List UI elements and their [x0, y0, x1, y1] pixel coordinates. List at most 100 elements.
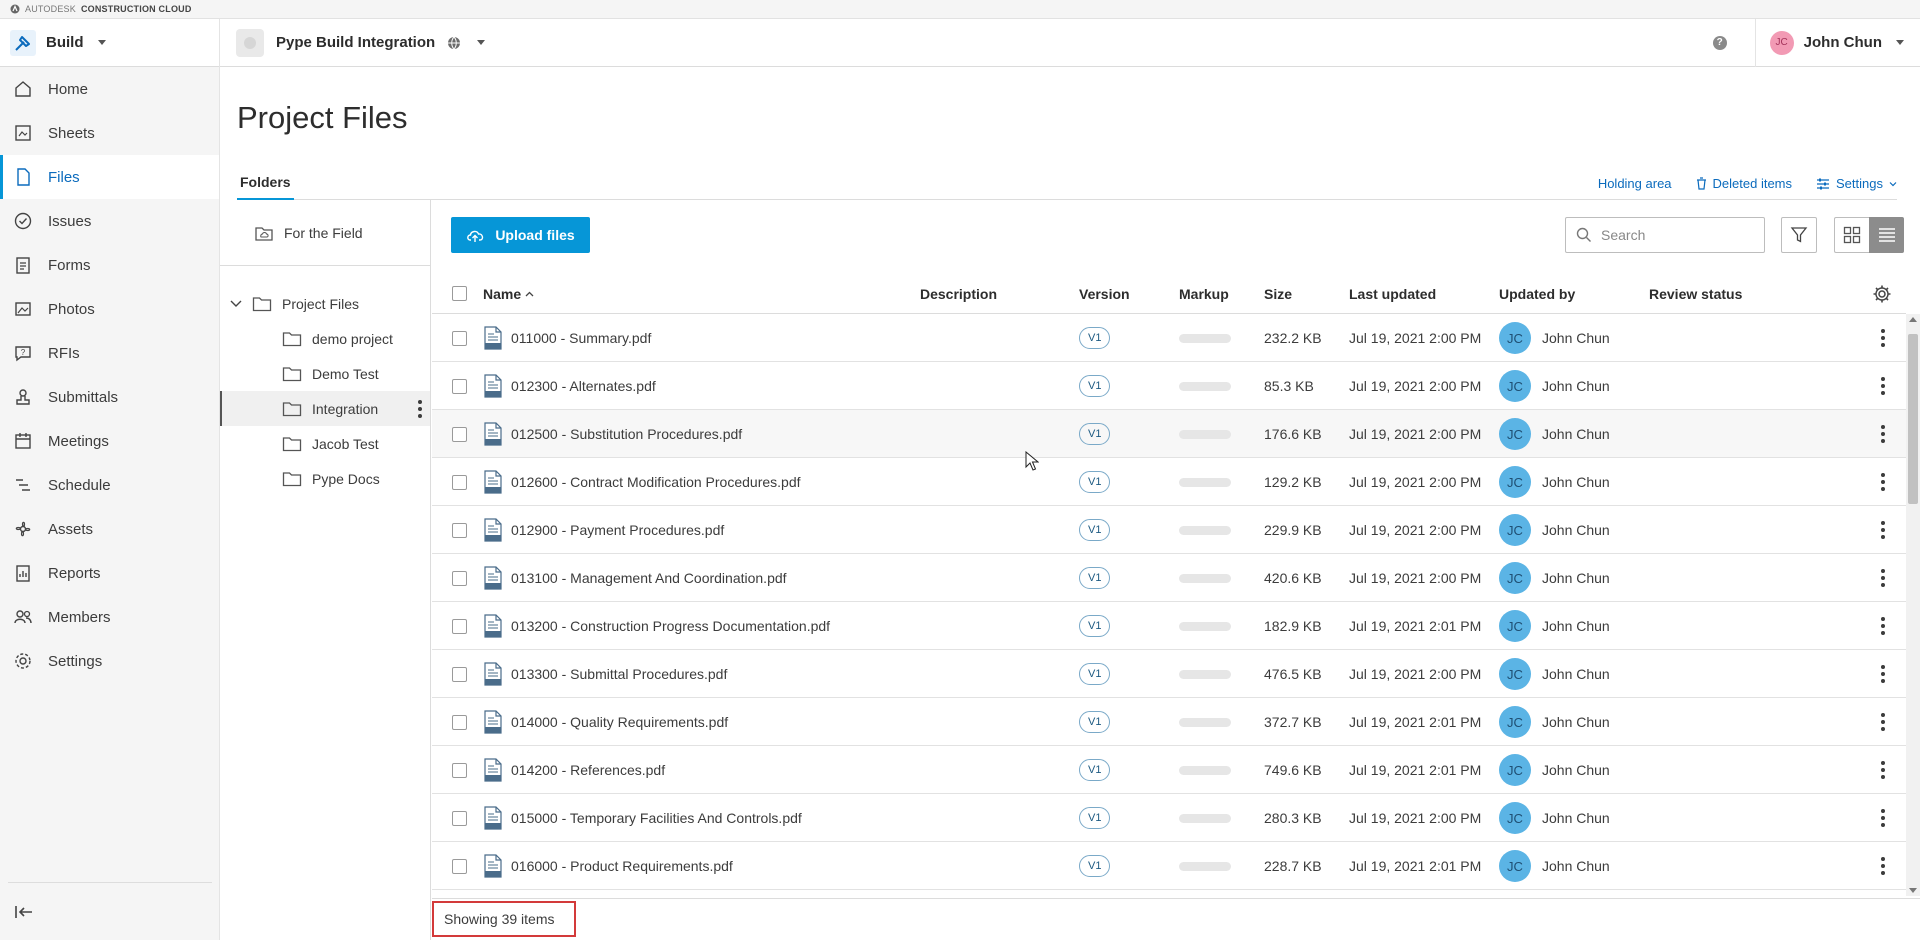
sidebar-item-settings[interactable]: Settings	[0, 639, 219, 683]
chevron-down-icon[interactable]	[230, 300, 242, 308]
row-more-icon[interactable]	[1872, 698, 1894, 746]
version-badge[interactable]: V1	[1079, 458, 1111, 506]
row-more-icon[interactable]	[1872, 650, 1894, 698]
column-description[interactable]: Description	[920, 286, 997, 302]
sidebar-item-schedule[interactable]: Schedule	[0, 463, 219, 507]
row-checkbox[interactable]	[452, 794, 467, 842]
table-row[interactable]: 013100 - Management And Coordination.pdf…	[432, 554, 1906, 602]
column-version[interactable]: Version	[1079, 286, 1130, 302]
row-checkbox[interactable]	[452, 506, 467, 554]
row-checkbox[interactable]	[452, 650, 467, 698]
file-name-cell[interactable]: 016000 - Product Requirements.pdf	[483, 842, 733, 890]
row-more-icon[interactable]	[1872, 554, 1894, 602]
row-checkbox[interactable]	[452, 746, 467, 794]
sidebar-item-assets[interactable]: Assets	[0, 507, 219, 551]
select-all-checkbox[interactable]	[452, 286, 467, 301]
version-badge[interactable]: V1	[1079, 602, 1111, 650]
file-name-cell[interactable]: 013300 - Submittal Procedures.pdf	[483, 650, 727, 698]
version-badge[interactable]: V1	[1079, 842, 1111, 890]
column-markup[interactable]: Markup	[1179, 286, 1229, 302]
table-row[interactable]: 015000 - Temporary Facilities And Contro…	[432, 794, 1906, 842]
row-checkbox[interactable]	[452, 410, 467, 458]
version-badge[interactable]: V1	[1079, 362, 1111, 410]
folder-pype-docs[interactable]: Pype Docs	[220, 461, 430, 496]
column-name[interactable]: Name	[483, 286, 534, 302]
file-name-cell[interactable]: 012300 - Alternates.pdf	[483, 362, 656, 410]
folder-demo-project[interactable]: demo project	[220, 321, 430, 356]
sidebar-item-home[interactable]: Home	[0, 67, 219, 111]
table-row[interactable]: 013300 - Submittal Procedures.pdf V1 476.5…	[432, 650, 1906, 698]
version-badge[interactable]: V1	[1079, 746, 1111, 794]
row-more-icon[interactable]	[1872, 794, 1894, 842]
file-name-cell[interactable]: 013100 - Management And Coordination.pdf	[483, 554, 787, 602]
scroll-down-icon[interactable]	[1909, 888, 1917, 893]
column-last-updated[interactable]: Last updated	[1349, 286, 1436, 302]
table-row[interactable]: 012900 - Payment Procedures.pdf V1 229.9 K…	[432, 506, 1906, 554]
table-row[interactable]: 011000 - Summary.pdf V1 232.2 KB Jul 19, 20…	[432, 314, 1906, 362]
table-row[interactable]: 012500 - Substitution Procedures.pdf V1 17…	[432, 410, 1906, 458]
row-more-icon[interactable]	[1872, 314, 1894, 362]
sidebar-item-submittals[interactable]: Submittals	[0, 375, 219, 419]
column-updated-by[interactable]: Updated by	[1499, 286, 1575, 302]
sidebar-item-reports[interactable]: Reports	[0, 551, 219, 595]
version-badge[interactable]: V1	[1079, 410, 1111, 458]
upload-files-button[interactable]: Upload files	[451, 217, 590, 253]
version-badge[interactable]: V1	[1079, 650, 1111, 698]
sidebar-item-meetings[interactable]: Meetings	[0, 419, 219, 463]
row-more-icon[interactable]	[1872, 746, 1894, 794]
sidebar-item-forms[interactable]: Forms	[0, 243, 219, 287]
folder-more-icon[interactable]	[418, 400, 422, 418]
file-name-cell[interactable]: 013200 - Construction Progress Documenta…	[483, 602, 830, 650]
row-checkbox[interactable]	[452, 698, 467, 746]
file-name-cell[interactable]: 015000 - Temporary Facilities And Contro…	[483, 794, 802, 842]
version-badge[interactable]: V1	[1079, 698, 1111, 746]
table-row[interactable]: 014200 - References.pdf V1 749.6 KB Jul 19,…	[432, 746, 1906, 794]
table-row[interactable]: 012600 - Contract Modification Procedure…	[432, 458, 1906, 506]
sidebar-item-files[interactable]: Files	[0, 155, 219, 199]
for-the-field-folder[interactable]: For the Field	[220, 200, 430, 266]
user-menu[interactable]: JC John Chun	[1754, 18, 1920, 67]
sidebar-item-photos[interactable]: Photos	[0, 287, 219, 331]
folder-project-files[interactable]: Project Files	[220, 286, 430, 321]
row-more-icon[interactable]	[1872, 602, 1894, 650]
table-row[interactable]: 016000 - Product Requirements.pdf V1 228.7…	[432, 842, 1906, 890]
version-badge[interactable]: V1	[1079, 554, 1111, 602]
settings-dropdown[interactable]: Settings	[1816, 176, 1897, 191]
column-review-status[interactable]: Review status	[1649, 286, 1742, 302]
scroll-thumb[interactable]	[1908, 334, 1918, 504]
version-badge[interactable]: V1	[1079, 314, 1111, 362]
file-name-cell[interactable]: 014200 - References.pdf	[483, 746, 665, 794]
file-name-cell[interactable]: 014000 - Quality Requirements.pdf	[483, 698, 728, 746]
scroll-up-icon[interactable]	[1909, 317, 1917, 322]
tab-folders[interactable]: Folders	[237, 170, 294, 200]
file-name-cell[interactable]: 011000 - Summary.pdf	[483, 314, 651, 362]
row-checkbox[interactable]	[452, 362, 467, 410]
grid-view-button[interactable]	[1834, 217, 1869, 253]
file-name-cell[interactable]: 012500 - Substitution Procedures.pdf	[483, 410, 742, 458]
sidebar-item-rfis[interactable]: ? RFIs	[0, 331, 219, 375]
row-checkbox[interactable]	[452, 842, 467, 890]
search-input[interactable]: Search	[1565, 217, 1765, 253]
project-switcher[interactable]: Pype Build Integration	[236, 28, 486, 57]
row-checkbox[interactable]	[452, 458, 467, 506]
help-icon[interactable]: ?	[1712, 35, 1727, 50]
filter-button[interactable]	[1781, 217, 1817, 253]
list-view-button[interactable]	[1869, 217, 1904, 253]
table-row[interactable]: 012300 - Alternates.pdf V1 85.3 KB Jul 19, …	[432, 362, 1906, 410]
deleted-items-link[interactable]: Deleted items	[1696, 176, 1792, 191]
row-checkbox[interactable]	[452, 554, 467, 602]
row-more-icon[interactable]	[1872, 410, 1894, 458]
file-name-cell[interactable]: 012600 - Contract Modification Procedure…	[483, 458, 801, 506]
row-more-icon[interactable]	[1872, 842, 1894, 890]
column-settings-icon[interactable]	[1872, 284, 1892, 304]
table-scrollbar[interactable]	[1906, 314, 1920, 896]
sidebar-item-sheets[interactable]: Sheets	[0, 111, 219, 155]
row-checkbox[interactable]	[452, 314, 467, 362]
holding-area-link[interactable]: Holding area	[1598, 176, 1672, 191]
file-name-cell[interactable]: 012900 - Payment Procedures.pdf	[483, 506, 724, 554]
folder-integration[interactable]: Integration	[220, 391, 430, 426]
table-row[interactable]: 013200 - Construction Progress Documenta…	[432, 602, 1906, 650]
row-more-icon[interactable]	[1872, 362, 1894, 410]
column-size[interactable]: Size	[1264, 286, 1292, 302]
folder-jacob-test[interactable]: Jacob Test	[220, 426, 430, 461]
